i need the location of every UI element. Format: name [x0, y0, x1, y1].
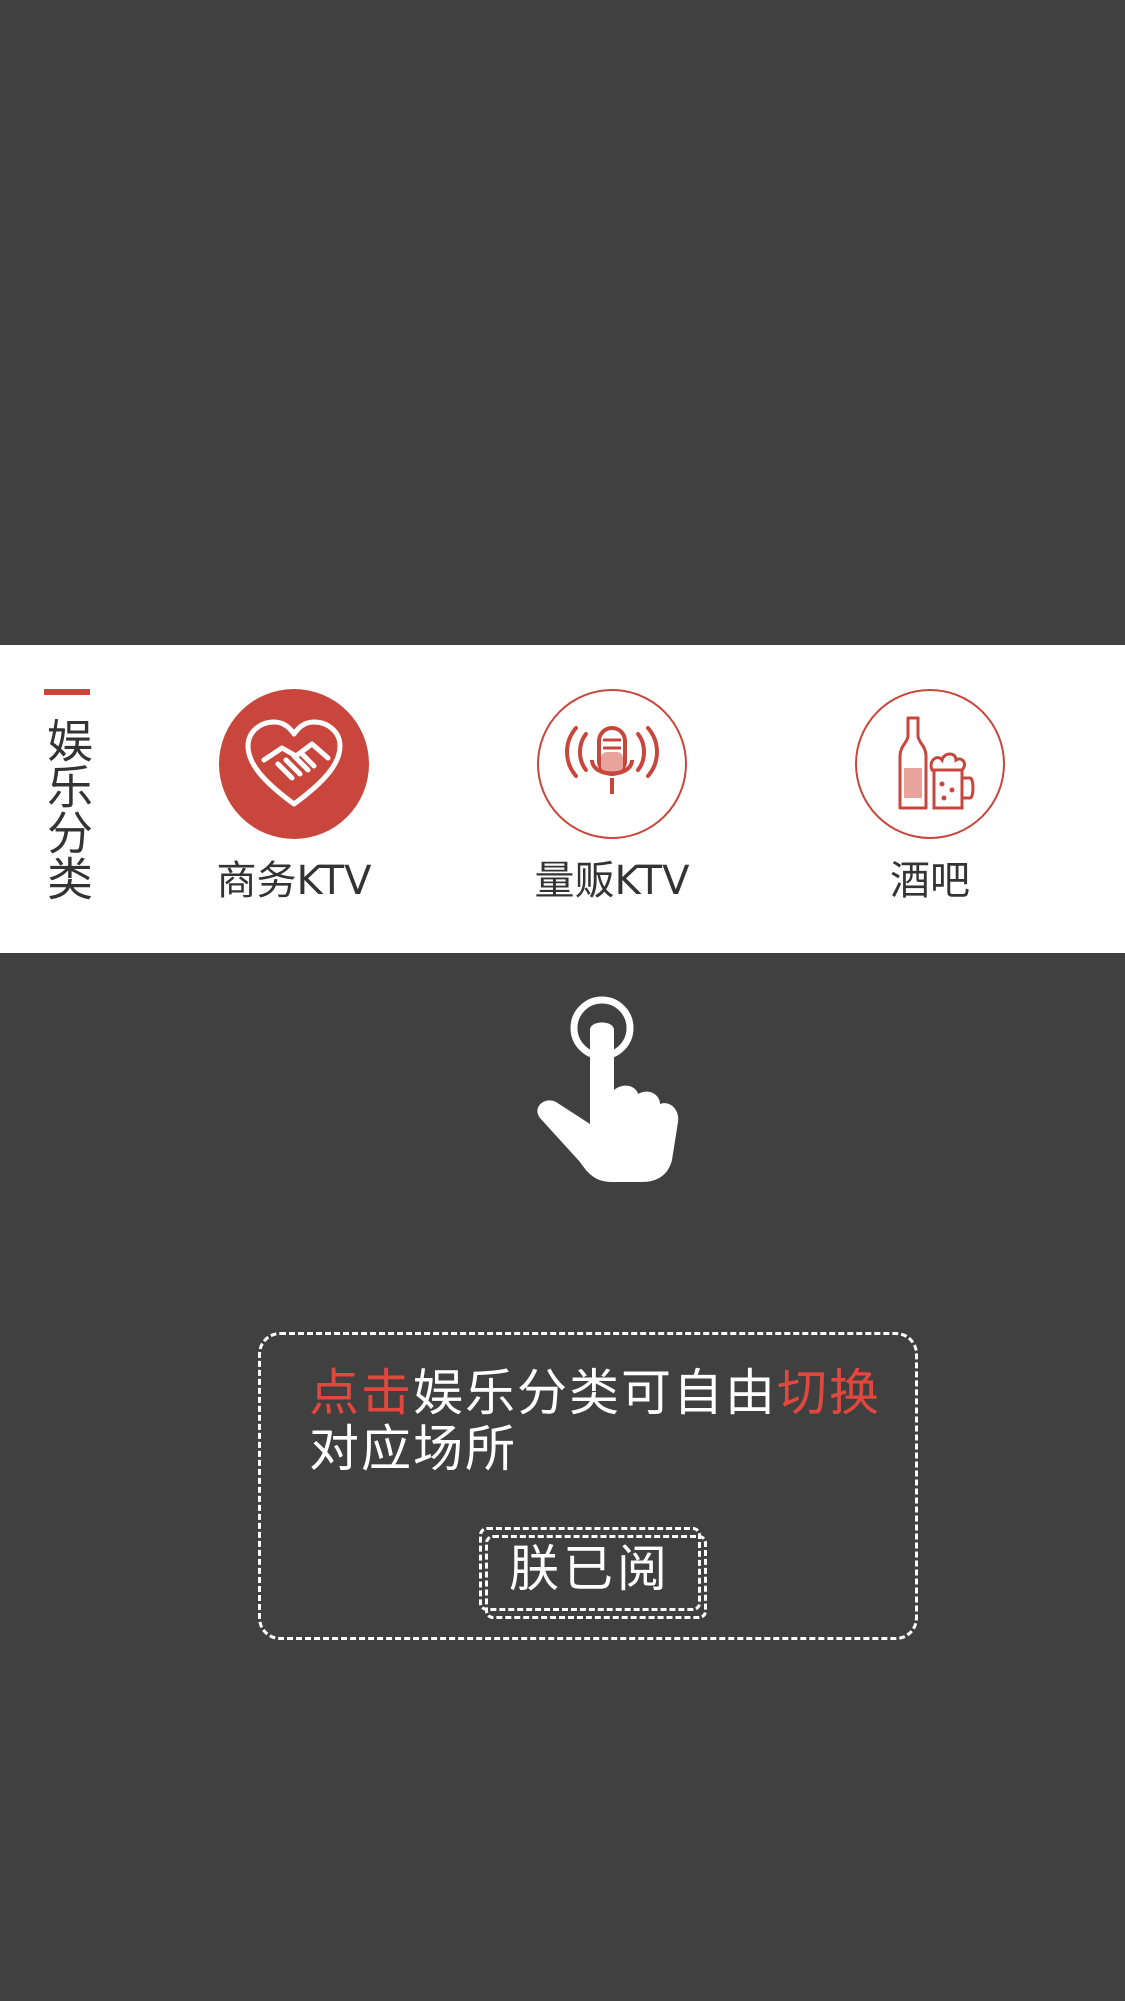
tip-highlight-click: 点击 — [309, 1364, 413, 1422]
acknowledge-button-label: 朕已阅 — [509, 1540, 671, 1598]
tip-text-part: 对应场所 — [309, 1420, 517, 1478]
category-heading: 娱乐分类 — [40, 689, 94, 901]
handshake-heart-icon — [219, 689, 369, 839]
tip-highlight-switch: 切换 — [777, 1364, 881, 1422]
category-item-bar[interactable]: 酒吧 — [800, 689, 1060, 905]
tip-text: 点击娱乐分类可自由切换对应场所 — [309, 1365, 889, 1477]
wine-beer-icon — [855, 689, 1005, 839]
tap-hand-icon — [532, 990, 682, 1190]
category-item-business-ktv[interactable]: 商务KTV — [164, 689, 424, 905]
category-label: 酒吧 — [890, 858, 970, 904]
category-item-volume-ktv[interactable]: 量贩KTV — [482, 689, 742, 905]
acknowledge-button[interactable]: 朕已阅 — [479, 1527, 707, 1619]
category-label: 量贩KTV — [534, 858, 690, 904]
heading-accent-line — [44, 689, 90, 695]
category-bar: 娱乐分类 商务KTV 量贩KTV 酒吧 — [0, 645, 1125, 953]
category-heading-text: 娱乐分类 — [40, 717, 94, 901]
microphone-icon — [537, 689, 687, 839]
tip-text-part: 娱乐分类可自由 — [413, 1364, 777, 1422]
category-label: 商务KTV — [216, 858, 372, 904]
tip-box: 点击娱乐分类可自由切换对应场所 朕已阅 — [258, 1332, 918, 1640]
